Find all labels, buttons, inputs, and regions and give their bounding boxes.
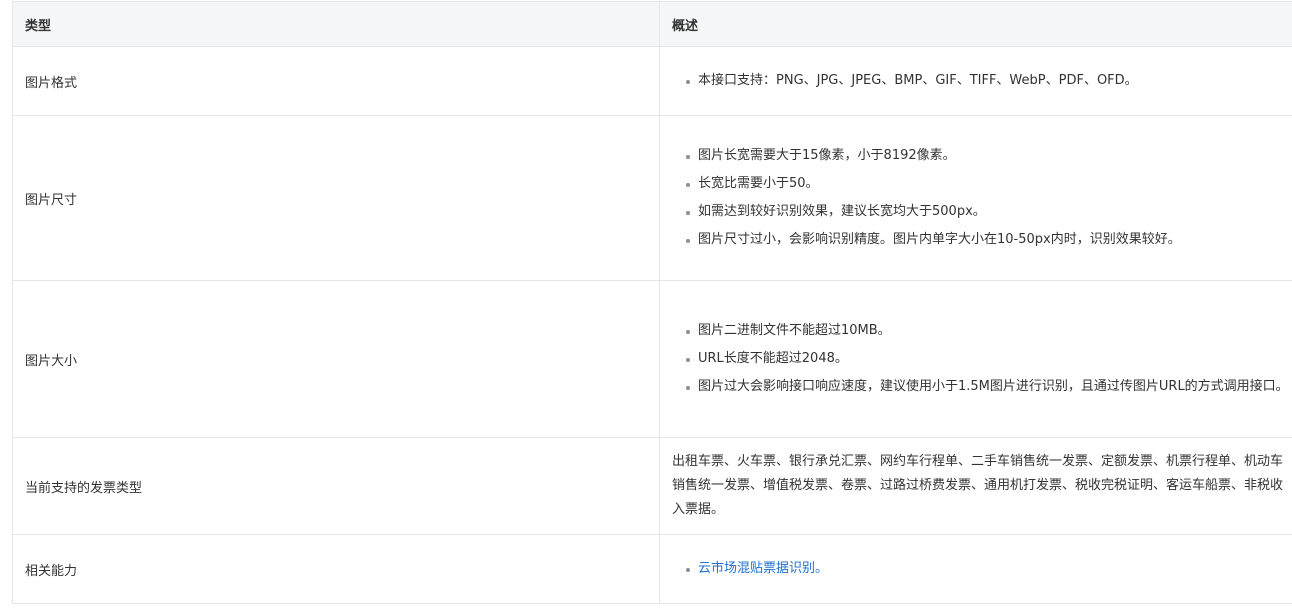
row-type-cell: 图片格式 [12, 46, 660, 116]
table-row: 相关能力 云市场混贴票据识别。 [12, 534, 1292, 604]
related-capability-link[interactable]: 云市场混贴票据识别。 [698, 561, 828, 576]
header-row: 类型 概述 [12, 1, 1292, 47]
row-desc-cell: 云市场混贴票据识别。 [659, 534, 1292, 604]
list-item: URL长度不能超过2048。 [684, 347, 1289, 371]
table-row: 图片尺寸 图片长宽需要大于15像素，小于8192像素。 长宽比需要小于50。 如… [12, 115, 1292, 281]
table-row: 图片大小 图片二进制文件不能超过10MB。 URL长度不能超过2048。 图片过… [12, 280, 1292, 438]
row-desc-cell: 图片长宽需要大于15像素，小于8192像素。 长宽比需要小于50。 如需达到较好… [659, 115, 1292, 281]
list-item: 长宽比需要小于50。 [684, 172, 1289, 196]
header-type: 类型 [12, 1, 660, 47]
row-type-cell: 图片尺寸 [12, 115, 660, 281]
row-desc-cell: 本接口支持：PNG、JPG、JPEG、BMP、GIF、TIFF、WebP、PDF… [659, 46, 1292, 116]
table-row: 当前支持的发票类型 出租车票、火车票、银行承兑汇票、网约车行程单、二手车销售统一… [12, 437, 1292, 535]
table-row: 图片格式 本接口支持：PNG、JPG、JPEG、BMP、GIF、TIFF、Web… [12, 46, 1292, 116]
row-type-cell: 图片大小 [12, 280, 660, 438]
list-item: 图片长宽需要大于15像素，小于8192像素。 [684, 144, 1289, 168]
list-item: 图片过大会影响接口响应速度，建议使用小于1.5M图片进行识别，且通过传图片URL… [684, 375, 1289, 399]
row-type-cell: 当前支持的发票类型 [12, 437, 660, 535]
list-item: 本接口支持：PNG、JPG、JPEG、BMP、GIF、TIFF、WebP、PDF… [684, 69, 1289, 93]
list-item: 图片尺寸过小，会影响识别精度。图片内单字大小在10-50px内时，识别效果较好。 [684, 228, 1289, 252]
header-desc: 概述 [659, 1, 1292, 47]
list-item: 如需达到较好识别效果，建议长宽均大于500px。 [684, 200, 1289, 224]
bullet-list: 图片长宽需要大于15像素，小于8192像素。 长宽比需要小于50。 如需达到较好… [684, 144, 1289, 252]
row-type-cell: 相关能力 [12, 534, 660, 604]
bullet-list: 图片二进制文件不能超过10MB。 URL长度不能超过2048。 图片过大会影响接… [684, 319, 1289, 399]
invoice-types-text: 出租车票、火车票、银行承兑汇票、网约车行程单、二手车销售统一发票、定额发票、机票… [672, 454, 1284, 517]
row-desc-cell: 出租车票、火车票、银行承兑汇票、网约车行程单、二手车销售统一发票、定额发票、机票… [659, 437, 1292, 535]
list-item: 图片二进制文件不能超过10MB。 [684, 319, 1289, 343]
spec-table: 类型 概述 图片格式 本接口支持：PNG、JPG、JPEG、BMP、GIF、TI… [12, 1, 1292, 604]
bullet-list: 云市场混贴票据识别。 [684, 557, 1289, 581]
list-item: 云市场混贴票据识别。 [684, 557, 1289, 581]
row-desc-cell: 图片二进制文件不能超过10MB。 URL长度不能超过2048。 图片过大会影响接… [659, 280, 1292, 438]
bullet-list: 本接口支持：PNG、JPG、JPEG、BMP、GIF、TIFF、WebP、PDF… [684, 69, 1289, 93]
